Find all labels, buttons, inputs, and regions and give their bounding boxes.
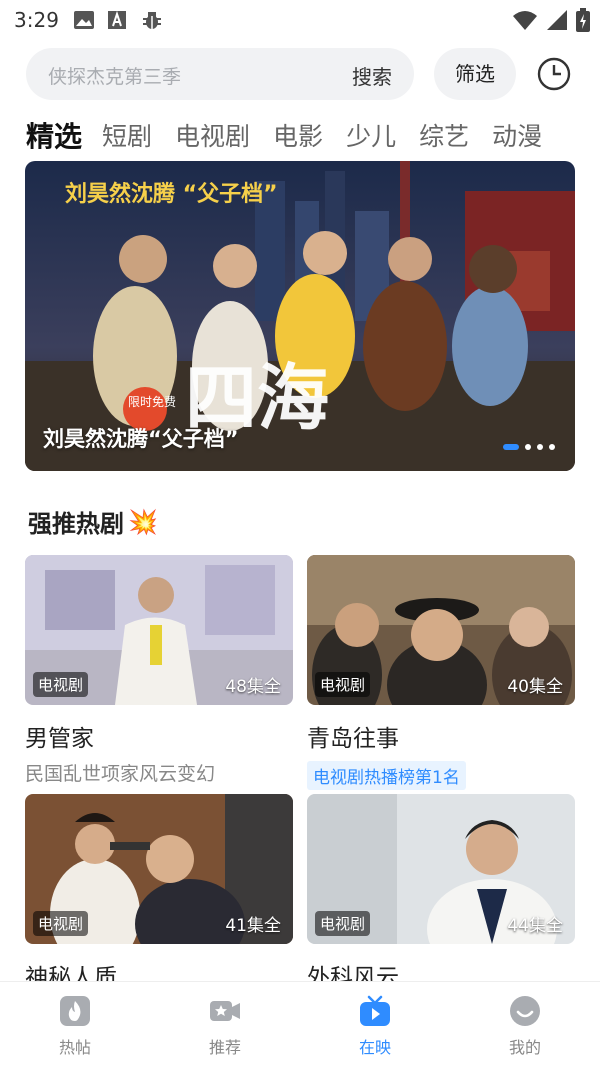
card-category-tag: 电视剧: [33, 911, 89, 936]
video-camera-icon: [210, 1001, 240, 1021]
battery-icon: [576, 8, 590, 32]
banner-dot-active: [503, 444, 519, 450]
nav-now-showing[interactable]: 在映: [300, 982, 450, 1066]
tab-featured[interactable]: 精选: [26, 115, 82, 155]
drama-card[interactable]: 电视剧 48集全 男管家 民国乱世项家风云变幻: [25, 555, 293, 786]
search-button[interactable]: 搜索: [352, 61, 392, 90]
signal-icon: [547, 10, 567, 30]
status-notifications: [73, 10, 163, 30]
image-icon: [73, 11, 94, 29]
nav-hot-posts[interactable]: 热帖: [0, 982, 150, 1066]
history-clock-icon[interactable]: [534, 54, 574, 94]
card-episode-count: 48集全: [225, 677, 281, 697]
bug-icon: [142, 12, 161, 29]
tab-tv-series[interactable]: 电视剧: [175, 117, 250, 153]
card-episode-count: 40集全: [507, 677, 563, 697]
banner-dot: [525, 444, 531, 450]
nav-label: 在映: [358, 1038, 391, 1057]
status-bar: 3:29: [0, 0, 600, 40]
banner-caption: 刘昊然沈腾“父子档”: [43, 427, 239, 451]
font-icon: [107, 10, 126, 29]
drama-card[interactable]: 电视剧 40集全 青岛往事 电视剧热播榜第1名: [307, 555, 575, 790]
ranking-badge: 电视剧热播榜第1名: [307, 761, 466, 790]
banner-pagination: [503, 444, 555, 450]
poster-headline-text: 刘昊然沈腾 “父子档”: [65, 181, 278, 207]
tab-movies[interactable]: 电影: [273, 117, 323, 153]
flame-icon: [60, 996, 90, 1026]
filter-button[interactable]: 筛选: [434, 48, 516, 100]
section-title-text: 强推热剧: [28, 510, 124, 538]
nav-profile[interactable]: 我的: [450, 982, 600, 1066]
search-row: 侠探杰克第三季 搜索 筛选: [26, 48, 586, 100]
nav-label: 热帖: [58, 1038, 91, 1057]
wifi-icon: [513, 11, 537, 30]
search-input[interactable]: 侠探杰克第三季 搜索: [26, 48, 414, 100]
card-episode-count: 41集全: [225, 916, 281, 936]
card-thumbnail[interactable]: 电视剧 48集全: [25, 555, 293, 705]
tab-kids[interactable]: 少儿: [346, 117, 396, 153]
nav-label: 我的: [508, 1038, 541, 1057]
nav-label: 推荐: [208, 1038, 241, 1057]
tab-variety[interactable]: 综艺: [419, 117, 469, 153]
smiley-face-icon: [510, 996, 540, 1026]
card-category-tag: 电视剧: [33, 672, 89, 697]
category-tabs: 精选 短剧 电视剧 电影 少儿 综艺 动漫: [26, 112, 600, 158]
card-thumbnail[interactable]: 电视剧 40集全: [307, 555, 575, 705]
featured-banner[interactable]: 刘昊然沈腾 “父子档” 限时免费 四海 刘昊然沈腾“父子档”: [25, 161, 575, 471]
tab-short-drama[interactable]: 短剧: [102, 117, 152, 153]
card-title[interactable]: 男管家: [25, 719, 293, 753]
card-title[interactable]: 青岛往事: [307, 719, 575, 753]
section-title: 强推热剧 💥: [28, 504, 158, 539]
search-placeholder: 侠探杰克第三季: [48, 66, 182, 88]
tv-play-icon: [360, 995, 390, 1026]
drama-card[interactable]: 电视剧 44集全 外科风云: [307, 794, 575, 992]
explosion-emoji-icon: 💥: [128, 507, 158, 536]
banner-dot: [549, 444, 555, 450]
nav-recommend[interactable]: 推荐: [150, 982, 300, 1066]
card-subtitle: 民国乱世项家风云变幻: [25, 763, 216, 785]
drama-card[interactable]: 电视剧 41集全 神秘人质: [25, 794, 293, 992]
poster-badge-text: 限时免费: [128, 394, 176, 409]
tab-anime[interactable]: 动漫: [492, 117, 542, 153]
card-thumbnail[interactable]: 电视剧 44集全: [307, 794, 575, 944]
card-category-tag: 电视剧: [315, 672, 371, 697]
card-category-tag: 电视剧: [315, 911, 371, 936]
status-time: 3:29: [14, 8, 59, 32]
status-system-icons: [512, 8, 590, 32]
card-thumbnail[interactable]: 电视剧 41集全: [25, 794, 293, 944]
bottom-navigation: 热帖 推荐 在映 我的: [0, 981, 600, 1066]
card-episode-count: 44集全: [507, 916, 563, 936]
banner-dot: [537, 444, 543, 450]
